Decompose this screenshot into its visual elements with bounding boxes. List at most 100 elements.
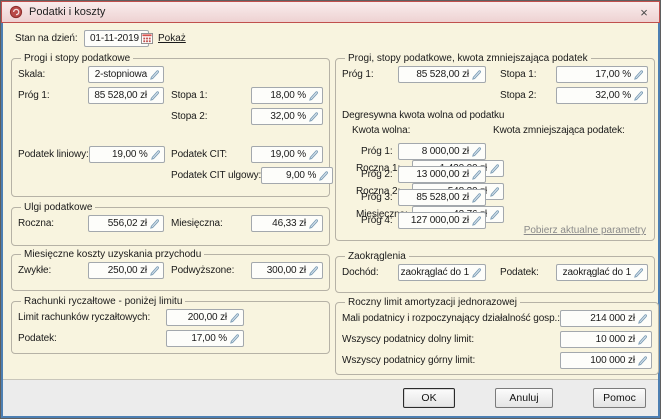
stopa1-field[interactable]: 17,00 % <box>556 66 648 83</box>
edit-pencil-icon[interactable] <box>229 312 240 323</box>
kwota-wolna-header: Kwota wolna: <box>352 125 411 136</box>
gorny-limit-field[interactable]: 100 000 zł <box>559 352 652 369</box>
group-progi-kwota: Progi, stopy podatkowe, kwota zmniejszaj… <box>335 53 655 241</box>
stopa2-label: Stopa 2: <box>500 90 537 101</box>
zaokr-podatek-label: Podatek: <box>500 267 539 278</box>
date-row: Stan na dzień: 01-11-2019 Pokaż <box>15 29 186 47</box>
edit-pencil-icon[interactable] <box>471 267 482 278</box>
edit-pencil-icon[interactable] <box>637 355 648 366</box>
dprog1-field[interactable]: 8 000,00 zł <box>398 143 486 160</box>
calendar-icon[interactable] <box>140 32 153 44</box>
gorny-limit-label: Wszyscy podatnicy górny limit: <box>342 355 476 366</box>
koszty-zwykle-field[interactable]: 250,00 zł <box>88 262 164 279</box>
ulga-roczna-field[interactable]: 556,02 zł <box>88 215 164 232</box>
edit-pencil-icon[interactable] <box>308 90 319 101</box>
mali-podatnicy-field[interactable]: 214 000 zł <box>559 310 652 327</box>
edit-pencil-icon[interactable] <box>633 69 644 80</box>
rachunki-podatek-field[interactable]: 17,00 % <box>166 330 244 347</box>
app-icon <box>9 5 23 19</box>
edit-pencil-icon[interactable] <box>229 333 240 344</box>
podatek-cit-ulgowy-label: Podatek CIT ulgowy: <box>171 170 262 181</box>
rachunki-podatek-label: Podatek: <box>18 333 57 344</box>
edit-pencil-icon[interactable] <box>471 215 482 226</box>
group-title: Zaokrąglenia <box>348 251 406 262</box>
dprog3-label: Próg 3: <box>361 192 393 203</box>
title-bar: Podatki i koszty × <box>1 1 660 23</box>
stopa1-field[interactable]: 18,00 % <box>251 87 323 104</box>
group-title: Miesięczne koszty uzyskania przychodu <box>24 249 202 260</box>
edit-pencil-icon[interactable] <box>633 90 644 101</box>
dochod-label: Dochód: <box>342 267 379 278</box>
group-title: Progi i stopy podatkowe <box>24 53 131 64</box>
edit-pencil-icon[interactable] <box>308 149 319 160</box>
date-field[interactable]: 01-11-2019 <box>84 29 153 47</box>
group-zaokraglenia: Zaokrąglenia Dochód: zaokrąglać do 1 Pod… <box>335 251 655 293</box>
edit-pencil-icon[interactable] <box>150 149 161 160</box>
edit-pencil-icon[interactable] <box>633 267 644 278</box>
edit-pencil-icon[interactable] <box>471 146 482 157</box>
group-title: Roczny limit amortyzacji jednorazowej <box>348 297 517 308</box>
koszty-podwyzszone-field[interactable]: 300,00 zł <box>251 262 323 279</box>
edit-pencil-icon[interactable] <box>471 169 482 180</box>
dialog-window: Podatki i koszty × Stan na dzień: 01-11-… <box>0 0 661 419</box>
stopa2-field[interactable]: 32,00 % <box>556 87 648 104</box>
edit-pencil-icon[interactable] <box>308 111 319 122</box>
podatek-liniowy-field[interactable]: 19,00 % <box>88 146 165 163</box>
podatek-cit-ulgowy-field[interactable]: 9,00 % <box>261 167 334 184</box>
edit-pencil-icon[interactable] <box>489 209 500 220</box>
group-ulgi-podatkowe: Ulgi podatkowe Roczna: 556,02 zł Miesięc… <box>11 202 330 246</box>
edit-pencil-icon[interactable] <box>637 313 648 324</box>
prog1-field[interactable]: 85 528,00 zł <box>88 87 164 104</box>
ok-button[interactable]: OK <box>403 388 455 408</box>
ulga-miesieczna-label: Miesięczna: <box>171 218 223 229</box>
group-koszty-przychodu: Miesięczne koszty uzyskania przychodu Zw… <box>11 249 330 291</box>
edit-pencil-icon[interactable] <box>489 186 500 197</box>
stopa2-label: Stopa 2: <box>171 111 208 122</box>
zaokr-podatek-field[interactable]: zaokrąglać do 1 <box>556 264 648 281</box>
group-title: Ulgi podatkowe <box>24 202 93 213</box>
koszty-podwyzszone-label: Podwyższone: <box>171 265 235 276</box>
edit-pencil-icon[interactable] <box>308 218 319 229</box>
edit-pencil-icon[interactable] <box>149 218 160 229</box>
cancel-button[interactable]: Anuluj <box>495 388 553 408</box>
group-progi-stopy: Progi i stopy podatkowe Skala: 2-stopnio… <box>11 53 334 197</box>
podatek-liniowy-label: Podatek liniowy: <box>18 149 89 160</box>
ulga-roczna-label: Roczna: <box>18 218 54 229</box>
podatek-cit-label: Podatek CIT: <box>171 149 228 160</box>
help-button[interactable]: Pomoc <box>593 388 646 408</box>
dprog4-field[interactable]: 127 000,00 zł <box>398 212 486 229</box>
prog1-label: Próg 1: <box>342 69 374 80</box>
dprog3-field[interactable]: 85 528,00 zł <box>398 189 486 206</box>
prog1-field[interactable]: 85 528,00 zł <box>398 66 486 83</box>
dolny-limit-label: Wszyscy podatnicy dolny limit: <box>342 334 475 345</box>
edit-pencil-icon[interactable] <box>637 334 648 345</box>
dochod-field[interactable]: zaokrąglać do 1 <box>398 264 486 281</box>
download-parameters-link[interactable]: Pobierz aktualne parametry <box>524 225 646 236</box>
podatek-cit-field[interactable]: 19,00 % <box>251 146 323 163</box>
edit-pencil-icon[interactable] <box>471 69 482 80</box>
skala-label: Skala: <box>18 69 46 80</box>
close-button[interactable]: × <box>636 5 652 20</box>
edit-pencil-icon[interactable] <box>318 170 329 181</box>
limit-rachunkow-field[interactable]: 200,00 zł <box>166 309 244 326</box>
edit-pencil-icon[interactable] <box>308 265 319 276</box>
edit-pencil-icon[interactable] <box>149 90 160 101</box>
mali-podatnicy-label: Mali podatnicy i rozpoczynający działaln… <box>342 313 560 324</box>
date-value: 01-11-2019 <box>90 32 139 44</box>
group-limit-amortyzacji: Roczny limit amortyzacji jednorazowej Ma… <box>335 297 659 375</box>
edit-pencil-icon[interactable] <box>471 192 482 203</box>
edit-pencil-icon[interactable] <box>149 265 160 276</box>
prog1-label: Próg 1: <box>18 90 50 101</box>
edit-pencil-icon[interactable] <box>489 163 500 174</box>
group-rachunki-ryczaltowe: Rachunki ryczałtowe - poniżej limitu Lim… <box>11 296 330 354</box>
dprog4-label: Próg 4: <box>361 215 393 226</box>
dprog2-field[interactable]: 13 000,00 zł <box>398 166 486 183</box>
stopa2-field[interactable]: 32,00 % <box>251 108 323 125</box>
skala-field[interactable]: 2-stopniowa <box>88 66 164 83</box>
dolny-limit-field[interactable]: 10 000 zł <box>559 331 652 348</box>
show-link[interactable]: Pokaż <box>158 33 186 44</box>
dprog1-label: Próg 1: <box>361 146 393 157</box>
ulga-miesieczna-field[interactable]: 46,33 zł <box>251 215 323 232</box>
edit-pencil-icon[interactable] <box>149 69 160 80</box>
group-title: Progi, stopy podatkowe, kwota zmniejszaj… <box>348 53 588 64</box>
